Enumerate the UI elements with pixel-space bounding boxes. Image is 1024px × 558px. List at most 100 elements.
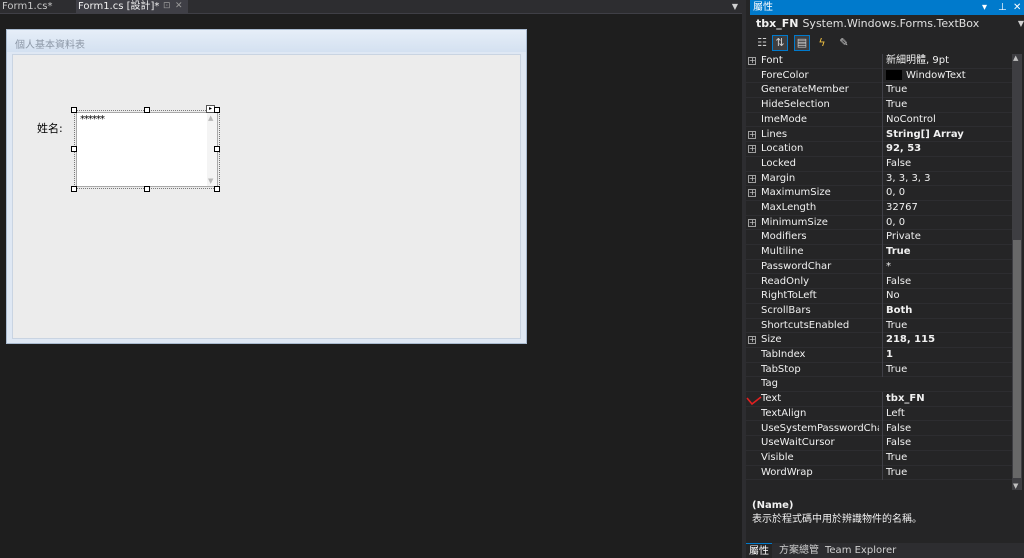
resize-handle-w[interactable] bbox=[71, 146, 77, 152]
property-value[interactable]: tbx_FN bbox=[882, 392, 1012, 407]
properties-header[interactable]: 屬性 ▾ ⊥ ✕ bbox=[750, 0, 1024, 15]
property-value[interactable]: Private bbox=[882, 230, 1012, 246]
property-value[interactable]: String[] Array bbox=[882, 127, 1012, 143]
chevron-down-icon[interactable]: ▼ bbox=[1018, 15, 1024, 32]
property-value[interactable]: WindowText bbox=[882, 68, 1012, 84]
resize-handle-se[interactable] bbox=[214, 186, 220, 192]
property-row[interactable]: ScrollBars Both bbox=[746, 303, 1012, 319]
property-row[interactable]: WordWrap True bbox=[746, 465, 1012, 481]
property-grid-scrollbar[interactable]: ▲ ▼ bbox=[1012, 54, 1022, 490]
expand-icon[interactable]: + bbox=[748, 218, 756, 227]
expand-icon[interactable]: + bbox=[748, 145, 756, 154]
property-row[interactable]: + Location 92, 53 bbox=[746, 142, 1012, 157]
property-value[interactable]: Both bbox=[882, 303, 1012, 319]
resize-handle-n[interactable] bbox=[144, 107, 150, 113]
property-row[interactable]: HideSelection True bbox=[746, 98, 1012, 113]
alphabetical-icon[interactable]: ⇅ bbox=[772, 35, 788, 51]
form-title-bar[interactable]: 個人基本資料表 bbox=[7, 30, 526, 52]
property-row[interactable]: UseWaitCursor False bbox=[746, 436, 1012, 451]
expand-icon[interactable]: + bbox=[748, 336, 756, 345]
tab-form1-code[interactable]: Form1.cs* bbox=[0, 0, 74, 14]
property-row[interactable]: + MinimumSize 0, 0 bbox=[746, 215, 1012, 231]
property-row[interactable]: GenerateMember True bbox=[746, 83, 1012, 99]
property-row[interactable]: + Lines String[] Array bbox=[746, 127, 1012, 143]
scroll-up-icon[interactable]: ▲ bbox=[1013, 54, 1018, 62]
property-value[interactable]: True bbox=[882, 83, 1012, 99]
property-row[interactable]: + Size 218, 115 bbox=[746, 333, 1012, 348]
property-row[interactable]: Tag bbox=[746, 377, 1012, 393]
pin-icon[interactable]: ⊡ bbox=[163, 0, 171, 13]
resize-handle-sw[interactable] bbox=[71, 186, 77, 192]
window-position-icon[interactable]: ▾ bbox=[982, 0, 987, 15]
tab-form1-designer[interactable]: Form1.cs [設計]* ⊡ ✕ bbox=[76, 0, 188, 14]
property-row[interactable]: UseSystemPasswordChar False bbox=[746, 421, 1012, 437]
property-value[interactable]: * bbox=[882, 259, 1012, 275]
name-textbox[interactable]: ****** ▲ ▼ bbox=[76, 112, 218, 187]
scroll-down-icon[interactable]: ▼ bbox=[1013, 482, 1018, 490]
property-row[interactable]: Locked False bbox=[746, 156, 1012, 172]
property-value[interactable]: 0, 0 bbox=[882, 215, 1012, 231]
property-value[interactable]: Left bbox=[882, 406, 1012, 422]
property-row[interactable]: ImeMode NoControl bbox=[746, 112, 1012, 128]
properties-icon[interactable]: ▤ bbox=[794, 35, 810, 51]
property-row[interactable]: ForeColor WindowText bbox=[746, 68, 1012, 84]
tab-properties[interactable]: 屬性 bbox=[746, 543, 772, 558]
property-value[interactable]: 新細明體, 9pt bbox=[882, 54, 1012, 69]
designer-form[interactable]: 個人基本資料表 姓名: ****** ▲ ▼ ▸ bbox=[6, 29, 527, 344]
property-value[interactable]: 32767 bbox=[882, 201, 1012, 216]
close-icon[interactable]: ✕ bbox=[175, 0, 183, 13]
events-icon[interactable]: ϟ bbox=[814, 35, 830, 51]
property-value[interactable]: True bbox=[882, 465, 1012, 481]
scroll-up-icon[interactable]: ▲ bbox=[208, 114, 213, 122]
expand-icon[interactable]: + bbox=[748, 57, 756, 65]
property-row[interactable]: Visible True bbox=[746, 450, 1012, 466]
property-row[interactable]: MaxLength 32767 bbox=[746, 201, 1012, 216]
property-value[interactable]: 92, 53 bbox=[882, 142, 1012, 157]
auto-hide-pin-icon[interactable]: ⊥ bbox=[998, 0, 1007, 15]
property-row[interactable]: Text tbx_FN bbox=[746, 392, 1012, 407]
property-value[interactable]: 218, 115 bbox=[882, 333, 1012, 348]
property-value[interactable]: 0, 0 bbox=[882, 186, 1012, 201]
property-value[interactable]: True bbox=[882, 245, 1012, 260]
property-value[interactable]: 3, 3, 3, 3 bbox=[882, 171, 1012, 187]
property-value[interactable]: True bbox=[882, 318, 1012, 334]
resize-handle-nw[interactable] bbox=[71, 107, 77, 113]
property-value[interactable]: False bbox=[882, 156, 1012, 172]
property-value[interactable]: True bbox=[882, 98, 1012, 113]
property-row[interactable]: TabStop True bbox=[746, 362, 1012, 378]
tab-overflow-dropdown-icon[interactable]: ▼ bbox=[732, 1, 738, 13]
scroll-down-icon[interactable]: ▼ bbox=[208, 177, 213, 185]
property-row[interactable]: TabIndex 1 bbox=[746, 348, 1012, 363]
property-row[interactable]: + Font 新細明體, 9pt bbox=[746, 54, 1012, 69]
property-row[interactable]: ShortcutsEnabled True bbox=[746, 318, 1012, 334]
property-row[interactable]: Multiline True bbox=[746, 245, 1012, 260]
property-row[interactable]: Modifiers Private bbox=[746, 230, 1012, 246]
property-row[interactable]: RightToLeft No bbox=[746, 289, 1012, 304]
form-client-area[interactable]: 姓名: ****** ▲ ▼ ▸ bbox=[12, 54, 521, 339]
property-row[interactable]: + Margin 3, 3, 3, 3 bbox=[746, 171, 1012, 187]
property-value[interactable]: False bbox=[882, 421, 1012, 437]
resize-handle-ne[interactable] bbox=[214, 107, 220, 113]
property-value[interactable]: True bbox=[882, 450, 1012, 466]
property-value[interactable]: True bbox=[882, 362, 1012, 378]
close-icon[interactable]: ✕ bbox=[1013, 0, 1021, 15]
tab-solution-explorer[interactable]: 方案總管 bbox=[776, 543, 822, 558]
property-pages-icon[interactable]: ✎ bbox=[836, 35, 852, 51]
property-row[interactable]: TextAlign Left bbox=[746, 406, 1012, 422]
expand-icon[interactable]: + bbox=[748, 189, 756, 198]
tab-team-explorer[interactable]: Team Explorer bbox=[822, 543, 899, 558]
resize-handle-s[interactable] bbox=[144, 186, 150, 192]
categorized-icon[interactable]: ☷ bbox=[754, 35, 770, 51]
property-value[interactable]: False bbox=[882, 274, 1012, 290]
property-value[interactable]: No bbox=[882, 289, 1012, 304]
property-row[interactable]: + MaximumSize 0, 0 bbox=[746, 186, 1012, 201]
property-value[interactable]: 1 bbox=[882, 348, 1012, 363]
property-value[interactable]: False bbox=[882, 436, 1012, 451]
scrollbar-thumb[interactable] bbox=[1013, 240, 1021, 478]
property-row[interactable]: PasswordChar * bbox=[746, 259, 1012, 275]
resize-handle-e[interactable] bbox=[214, 146, 220, 152]
object-selector[interactable]: tbx_FN System.Windows.Forms.TextBox ▼ bbox=[750, 15, 1024, 32]
expand-icon[interactable]: + bbox=[748, 174, 756, 183]
expand-icon[interactable]: + bbox=[748, 130, 756, 139]
property-row[interactable]: ReadOnly False bbox=[746, 274, 1012, 290]
